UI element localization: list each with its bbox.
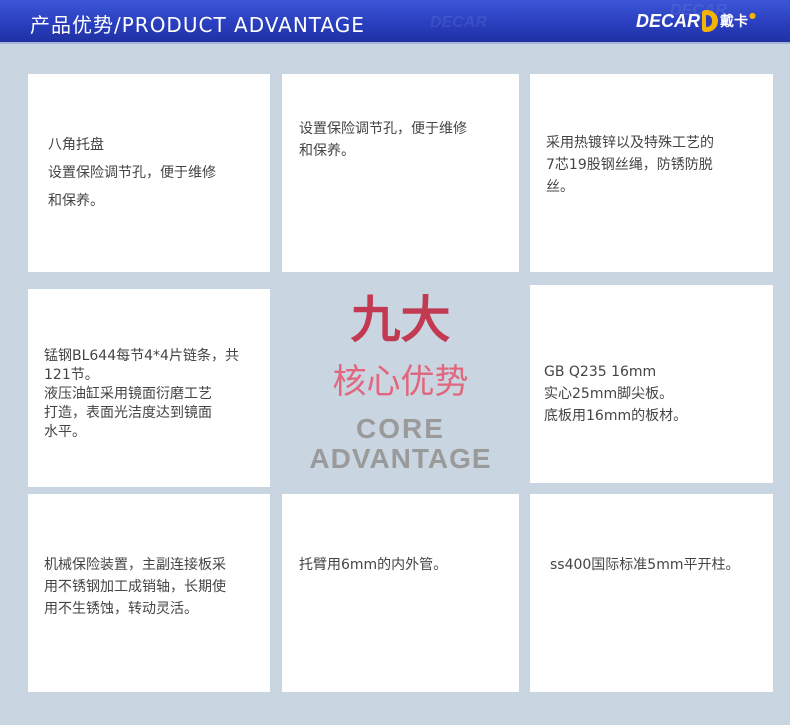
- feature-line: 底板用16mm的板材。: [544, 408, 688, 424]
- feature-line: 用不生锈蚀，转动灵活。: [44, 601, 198, 617]
- feature-card-safety-device: 机械保险装置，主副连接板采 用不锈钢加工成销轴，长期使 用不生锈蚀，转动灵活。: [28, 494, 270, 692]
- feature-text: 采用热镀锌以及特殊工艺的 7芯19股钢丝绳，防锈防脱 丝。: [546, 132, 714, 198]
- feature-card-column: ss400国际标准5mm平开柱。: [530, 494, 773, 692]
- watermark-logo: DECAR: [430, 14, 487, 31]
- feature-line: 和保养。: [48, 193, 104, 209]
- feature-line: 机械保险装置，主副连接板采: [44, 557, 226, 573]
- feature-line: 打造，表面光洁度达到镜面: [44, 405, 212, 421]
- registered-dot-icon: ●: [749, 10, 756, 20]
- feature-line: 锰钢BL644每节4*4片链条，共: [44, 348, 239, 364]
- feature-text: 机械保险装置，主副连接板采 用不锈钢加工成销轴，长期使 用不生锈蚀，转动灵活。: [44, 554, 226, 620]
- feature-card-tray: 八角托盘 设置保险调节孔，便于维修 和保养。: [28, 74, 270, 272]
- core-subtitle-en: ADVANTAGE: [309, 443, 492, 474]
- feature-line: 设置保险调节孔，便于维修: [48, 165, 216, 181]
- feature-line: 设置保险调节孔，便于维修: [299, 121, 467, 137]
- feature-line: 7芯19股钢丝绳，防锈防脱: [546, 157, 713, 173]
- feature-line: 八角托盘: [48, 137, 104, 153]
- core-advantage-emblem: 九大 核心优势 CORE ADVANTAGE: [279, 284, 522, 489]
- feature-line: 采用热镀锌以及特殊工艺的: [546, 135, 714, 151]
- feature-text: 设置保险调节孔，便于维修 和保养。: [299, 118, 467, 162]
- feature-text: GB Q235 16mm 实心25mm脚尖板。 底板用16mm的板材。: [544, 361, 687, 427]
- feature-card-arm-tube: 托臂用6mm的内外管。: [282, 494, 519, 692]
- logo-text: DECAR: [636, 10, 701, 31]
- feature-line: GB Q235 16mm: [544, 364, 657, 380]
- feature-card-wire-rope: 采用热镀锌以及特殊工艺的 7芯19股钢丝绳，防锈防脱 丝。: [530, 74, 773, 272]
- core-title-cn: 九大: [350, 290, 451, 349]
- feature-line: 121节。: [44, 367, 99, 383]
- brand-logo: DECAR 戴卡 ●: [636, 8, 756, 34]
- feature-line: 实心25mm脚尖板。: [544, 386, 674, 402]
- feature-card-steel-plate: GB Q235 16mm 实心25mm脚尖板。 底板用16mm的板材。: [530, 285, 773, 483]
- logo-chinese-text: 戴卡: [720, 14, 749, 30]
- header-banner: DECAR DECAR 产品优势/PRODUCT ADVANTAGE DECAR…: [0, 0, 790, 44]
- feature-line: 水平。: [44, 424, 86, 440]
- feature-line: ss400国际标准5mm平开柱。: [550, 557, 740, 573]
- feature-line: 液压油缸采用镜面衍磨工艺: [44, 386, 212, 402]
- page-title: 产品优势/PRODUCT ADVANTAGE: [30, 13, 365, 37]
- feature-line: 丝。: [546, 179, 574, 195]
- feature-text: 八角托盘 设置保险调节孔，便于维修 和保养。: [48, 134, 216, 212]
- logo-d-icon: [702, 10, 719, 32]
- core-title-en: CORE: [356, 413, 445, 444]
- feature-text: 托臂用6mm的内外管。: [299, 554, 447, 576]
- feature-card-adjust-hole: 设置保险调节孔，便于维修 和保养。: [282, 74, 519, 272]
- feature-text: ss400国际标准5mm平开柱。: [550, 554, 740, 576]
- feature-card-chain-cylinder: 锰钢BL644每节4*4片链条，共 121节。 液压油缸采用镜面衍磨工艺 打造，…: [28, 289, 270, 487]
- core-subtitle-cn: 核心优势: [332, 362, 469, 402]
- feature-line: 用不锈钢加工成销轴，长期使: [44, 579, 226, 595]
- feature-text: 锰钢BL644每节4*4片链条，共 121节。 液压油缸采用镜面衍磨工艺 打造，…: [44, 347, 239, 442]
- feature-line: 和保养。: [299, 143, 355, 159]
- feature-line: 托臂用6mm的内外管。: [299, 557, 448, 573]
